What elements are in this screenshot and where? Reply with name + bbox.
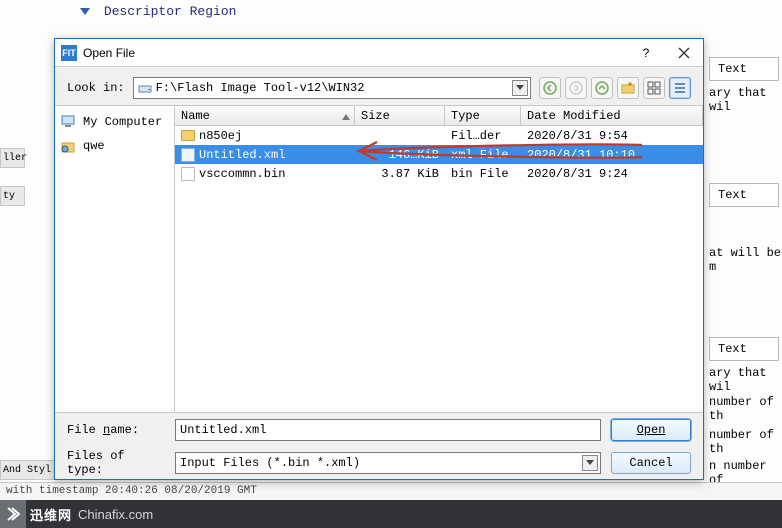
details-view-button[interactable] [669,77,691,99]
details-view-icon [673,81,687,95]
chevron-down-icon[interactable] [582,455,598,471]
file-row[interactable]: Untitled.xml 146…KiBxml File2020/8/31 10:… [175,145,703,164]
user-icon [61,138,77,154]
file-date: 2020/8/31 10:10 [521,148,703,162]
collapse-triangle-icon[interactable] [80,8,90,15]
open-button[interactable]: Open [611,419,691,441]
filename-label: File name: [67,423,165,437]
title-bar[interactable]: FIT Open File ? [55,39,703,67]
lookin-path: F:\Flash Image Tool-v12\WIN32 [156,81,365,95]
drive-icon [138,81,152,95]
status-bar: with timestamp 20:40:26 08/20/2019 GMT [0,482,782,500]
new-folder-icon [621,81,635,95]
bg-desc: at will be m [709,246,782,274]
sidebar-item-computer[interactable]: My Computer [55,110,174,134]
file-type: Fil…der [445,129,521,143]
col-date[interactable]: Date Modified [521,106,703,125]
sidebar-item-user[interactable]: qwe [55,134,174,158]
filename-value: Untitled.xml [180,423,266,437]
open-file-dialog: FIT Open File ? Look in: F:\Flash Image … [54,38,704,480]
dialog-title: Open File [83,46,135,60]
folder-icon [181,130,195,141]
bg-header-text: Descriptor Region [104,4,237,19]
sort-asc-icon [342,110,350,124]
bg-desc: ary that wil [709,366,782,394]
up-icon [595,81,609,95]
watermark-bar: 迅维网 Chinafix.com [0,500,782,528]
file-size: 3.87 KiB [355,167,445,181]
sidebar: My Computer qwe [55,106,175,412]
bg-side-snippet: ty [0,186,25,206]
file-row[interactable]: n850ej Fil…der2020/8/31 9:54 [175,126,703,145]
file-name: Untitled.xml [199,148,285,162]
watermark-domain: Chinafix.com [78,507,153,522]
xml-icon [181,148,195,162]
computer-icon [61,114,77,130]
bg-side-snippet: ller [0,148,25,168]
chevron-right-icon [0,500,26,528]
lookin-label: Look in: [67,81,125,95]
col-name[interactable]: Name [175,106,355,125]
new-folder-button[interactable] [617,77,639,99]
help-button[interactable]: ? [627,39,665,67]
lookin-combobox[interactable]: F:\Flash Image Tool-v12\WIN32 [133,77,531,99]
cancel-button[interactable]: Cancel [611,452,691,474]
list-view-icon [647,81,661,95]
bg-field: Text [709,183,779,207]
back-icon [543,81,557,95]
forward-icon [569,81,583,95]
file-date: 2020/8/31 9:54 [521,129,703,143]
col-size[interactable]: Size [355,106,445,125]
bg-field: Text [709,57,779,81]
filter-label: Files of type: [67,449,165,477]
column-headers[interactable]: Name Size Type Date Modified [175,106,703,126]
bg-desc: number of th [709,395,782,423]
file-type: xml File [445,148,521,162]
list-view-button[interactable] [643,77,665,99]
filename-input[interactable]: Untitled.xml [175,419,601,441]
forward-button[interactable] [565,77,587,99]
filter-combobox[interactable]: Input Files (*.bin *.xml) [175,452,601,474]
watermark-brand: 迅维网 [30,505,72,524]
filter-value: Input Files (*.bin *.xml) [180,456,360,470]
up-button[interactable] [591,77,613,99]
close-button[interactable] [665,39,703,67]
file-name: vsccommn.bin [199,167,285,181]
back-button[interactable] [539,77,561,99]
bg-side-snippet: And Styl [0,460,58,480]
bg-section-header: Descriptor Region [80,4,236,19]
file-icon [181,167,195,181]
file-list[interactable]: Name Size Type Date Modified n850ej Fil…d… [175,106,703,412]
file-type: bin File [445,167,521,181]
bg-desc: number of th [709,428,782,456]
sidebar-item-label: My Computer [83,115,162,129]
bg-desc: ary that wil [709,86,782,114]
file-row[interactable]: vsccommn.bin 3.87 KiBbin File2020/8/31 9:… [175,164,703,183]
chevron-down-icon[interactable] [512,80,528,96]
file-date: 2020/8/31 9:24 [521,167,703,181]
col-type[interactable]: Type [445,106,521,125]
file-name: n850ej [199,129,242,143]
app-icon: FIT [61,45,77,61]
file-size: 146…KiB [355,148,445,162]
bg-field: Text [709,337,779,361]
sidebar-item-label: qwe [83,139,105,153]
